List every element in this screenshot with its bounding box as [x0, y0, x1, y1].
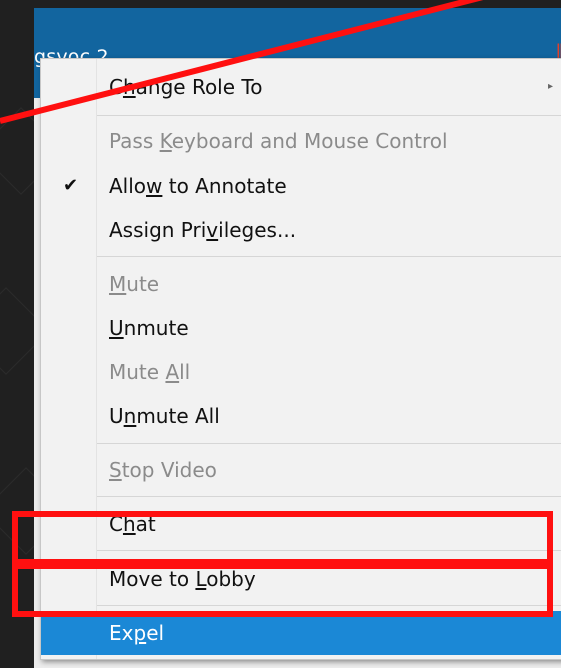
menu-separator [97, 443, 561, 444]
mnemonic-letter: n [123, 404, 137, 428]
menu-item-label: Stop Video [109, 458, 217, 482]
menu-item-unmute[interactable]: Unmute [41, 306, 561, 350]
annotation-highlight-box [12, 511, 553, 565]
menu-item-label: Assign Privileges... [109, 218, 297, 242]
mnemonic-letter: M [109, 272, 127, 296]
annotation-highlight-box [12, 563, 553, 617]
menu-separator [97, 115, 561, 116]
checkmark-icon: ✔ [63, 175, 79, 196]
menu-item-assign-privileges[interactable]: Assign Privileges... [41, 208, 561, 252]
menu-item-mute-all[interactable]: Mute All [41, 350, 561, 394]
menu-item-pass-control[interactable]: Pass Keyboard and Mouse Control [41, 119, 561, 163]
mnemonic-letter: w [146, 174, 163, 198]
mnemonic-letter: S [109, 458, 122, 482]
menu-separator [97, 256, 561, 257]
menu-item-label: Allow to Annotate [109, 174, 287, 198]
menu-item-label: Unmute All [109, 404, 220, 428]
menu-item-expel[interactable]: Expel [41, 611, 561, 655]
mnemonic-letter: A [165, 360, 180, 384]
menu-item-label: Expel [109, 621, 165, 645]
menu-item-stop-video[interactable]: Stop Video [41, 448, 561, 492]
menu-item-label: Mute [109, 272, 160, 296]
submenu-arrow-icon: ▸ [547, 81, 553, 92]
mnemonic-letter: U [109, 316, 124, 340]
menu-item-mute[interactable]: Mute [41, 262, 561, 306]
mnemonic-letter: v [206, 218, 219, 242]
mnemonic-letter: p [133, 621, 147, 645]
menu-item-unmute-all[interactable]: Unmute All [41, 394, 561, 438]
menu-item-allow-annotate[interactable]: ✔ Allow to Annotate [41, 164, 561, 208]
menu-item-label: Mute All [109, 360, 191, 384]
mnemonic-letter: K [159, 129, 172, 153]
menu-item-label: Unmute [109, 316, 189, 340]
menu-item-label: Pass Keyboard and Mouse Control [109, 129, 448, 153]
menu-separator [97, 496, 561, 497]
